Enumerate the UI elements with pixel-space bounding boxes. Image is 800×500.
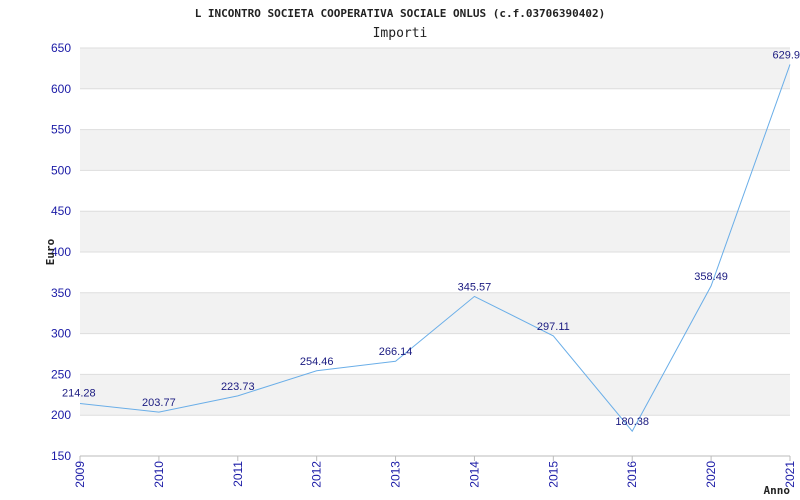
y-tick-label: 500 <box>51 163 71 177</box>
x-tick-label: 2016 <box>625 461 639 488</box>
plot-band <box>80 374 790 416</box>
data-label: 214.28 <box>62 388 96 400</box>
y-tick-label: 150 <box>51 449 71 463</box>
plot-band <box>80 48 790 89</box>
y-tick-label: 650 <box>51 41 71 55</box>
x-tick-label: 2020 <box>704 461 718 488</box>
y-tick-label: 450 <box>51 204 71 218</box>
x-tick-label: 2009 <box>73 461 87 488</box>
x-tick-label: 2013 <box>389 461 403 488</box>
x-tick-label: 2010 <box>152 461 166 488</box>
data-label: 180.38 <box>615 416 649 428</box>
x-tick-label: 2015 <box>546 461 560 488</box>
y-axis-label: Euro <box>44 238 57 265</box>
plot-band <box>80 170 790 212</box>
data-label: 266.14 <box>379 346 413 358</box>
data-label: 223.73 <box>221 381 255 393</box>
y-tick-label: 350 <box>51 286 71 300</box>
plot-background <box>80 47 790 457</box>
data-label: 297.11 <box>537 321 570 333</box>
plot-band <box>80 333 790 375</box>
plot-band <box>80 252 790 293</box>
plot-band <box>80 129 790 171</box>
x-tick-label: 2012 <box>310 461 324 488</box>
data-label: 358.49 <box>694 271 728 283</box>
x-tick-label: 2014 <box>467 461 481 488</box>
x-axis-label: Anno <box>764 484 791 497</box>
chart-title: L INCONTRO SOCIETA COOPERATIVA SOCIALE O… <box>195 7 606 20</box>
y-tick-label: 600 <box>51 82 71 96</box>
chart-subtitle: Importi <box>373 26 428 41</box>
plot-band <box>80 88 790 130</box>
data-label: 629.9 <box>772 49 800 61</box>
y-tick-label: 250 <box>51 367 71 381</box>
y-tick-label: 550 <box>51 123 71 137</box>
x-tick-label: 2011 <box>231 461 245 487</box>
plot-band <box>80 415 790 456</box>
plot-band <box>80 292 790 334</box>
y-tick-label: 200 <box>51 408 71 422</box>
y-tick-label: 300 <box>51 327 71 341</box>
data-label: 203.77 <box>142 397 176 409</box>
line-chart: L INCONTRO SOCIETA COOPERATIVA SOCIALE O… <box>44 7 800 497</box>
plot-band <box>80 211 790 252</box>
data-label: 345.57 <box>458 281 492 293</box>
x-axis-ticks: 2009 2010 2011 2012 2013 2014 2015 2016 2020 2021 <box>73 456 797 488</box>
data-label: 254.46 <box>300 356 334 368</box>
